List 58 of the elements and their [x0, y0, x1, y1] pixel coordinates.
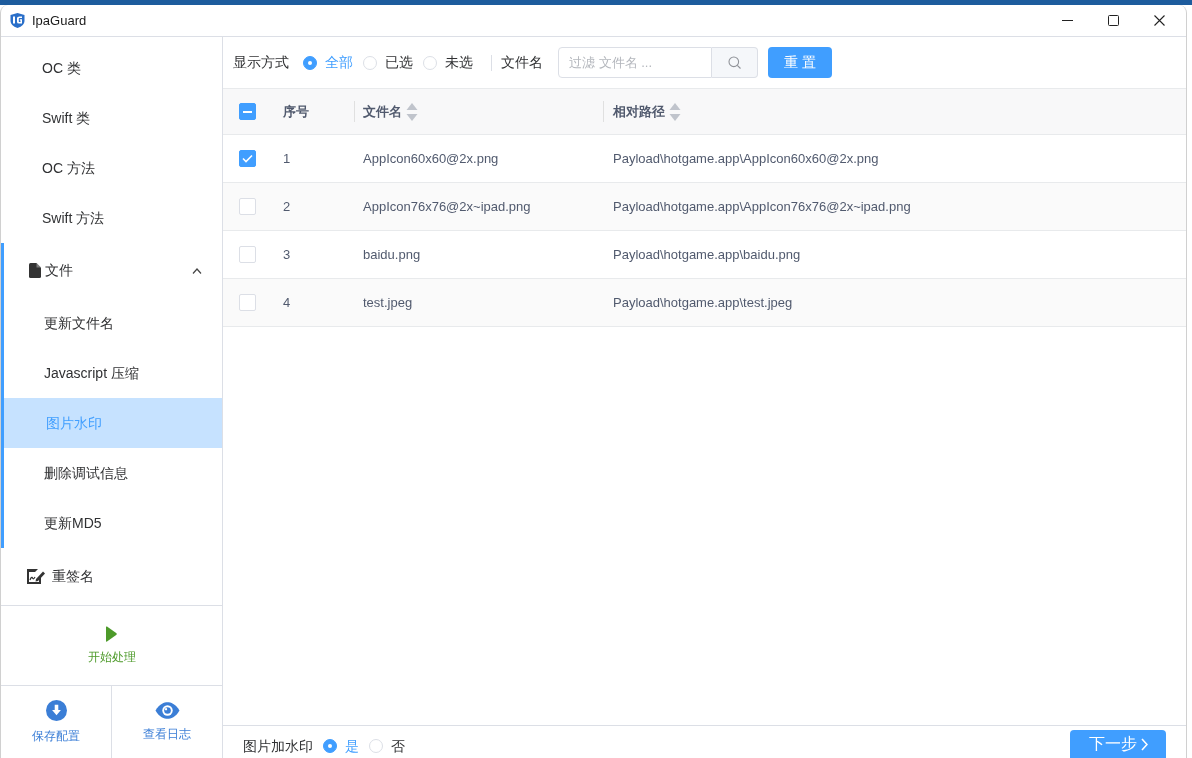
radio-label[interactable]: 未选	[445, 52, 473, 73]
table-cell: Payload\hotgame.app\AppIcon60x60@2x.png	[613, 150, 879, 166]
menu-item[interactable]: OC 类	[1, 43, 222, 93]
watermark-label: 图片加水印	[243, 736, 313, 756]
close-icon	[1153, 15, 1165, 26]
app-logo-icon	[10, 13, 25, 28]
radio-button[interactable]	[303, 55, 317, 70]
sort-icon[interactable]	[669, 101, 681, 122]
submenu-item[interactable]: 更新文件名	[4, 298, 222, 348]
table-cell: 2	[283, 198, 291, 214]
checkbox[interactable]	[239, 103, 256, 120]
column-header: 序号	[283, 102, 309, 121]
maximize-icon	[1107, 15, 1119, 26]
table-cell: test.jpeg	[363, 294, 413, 310]
table-cell: baidu.png	[363, 246, 421, 262]
menu-item[interactable]: 重签名	[1, 548, 222, 604]
table-cell: 4	[283, 294, 291, 310]
checkmark-icon	[242, 154, 253, 163]
table-cell: Payload\hotgame.app\test.jpeg	[613, 294, 793, 310]
table-cell: Payload\hotgame.app\baidu.png	[613, 246, 801, 262]
start-button[interactable]: 开始处理	[1, 605, 222, 685]
menu-item[interactable]: Swift 方法	[1, 193, 222, 243]
download-icon	[45, 699, 67, 721]
checkbox[interactable]	[239, 150, 256, 167]
signature-icon	[27, 568, 45, 584]
table-cell: 3	[283, 246, 291, 262]
table-row[interactable]: 4 test.jpeg Payload\hotgame.app\test.jpeg	[223, 279, 1186, 327]
minimize-icon	[1061, 20, 1073, 21]
display-mode-label: 显示方式	[233, 53, 289, 72]
chevron-right-icon	[1140, 737, 1148, 751]
file-icon	[29, 263, 41, 278]
search-button[interactable]	[712, 47, 758, 78]
filter-input[interactable]: 过滤 文件名 ...	[558, 47, 712, 78]
radio-label[interactable]: 否	[391, 735, 405, 757]
search-icon	[728, 56, 741, 69]
menu-group[interactable]: 文件	[4, 243, 222, 298]
sidebar-action-button[interactable]: 查看日志	[111, 686, 222, 758]
table-cell: AppIcon60x60@2x.png	[363, 150, 499, 166]
table-row[interactable]: 2 AppIcon76x76@2x~ipad.png Payload\hotgame.app\AppIcon76x76@2x~ipad.png	[223, 183, 1186, 231]
sort-icon[interactable]	[406, 101, 418, 122]
chevron-icon[interactable]	[192, 267, 202, 274]
play-icon	[106, 625, 117, 642]
submenu-item[interactable]: 更新MD5	[4, 498, 222, 548]
table-cell: Payload\hotgame.app\AppIcon76x76@2x~ipad.png	[613, 198, 911, 214]
radio-button[interactable]	[323, 739, 337, 753]
radio-label[interactable]: 已选	[385, 52, 413, 73]
submenu-item[interactable]: Javascript 压缩	[4, 348, 222, 398]
column-header: 文件名	[363, 102, 402, 121]
submenu-item[interactable]: 删除调试信息	[4, 448, 222, 498]
eye-icon	[154, 701, 180, 719]
menu-item[interactable]: Swift 类	[1, 93, 222, 143]
window-title: IpaGuard	[32, 11, 87, 30]
table-cell: AppIcon76x76@2x~ipad.png	[363, 198, 531, 214]
filter-label: 文件名	[501, 53, 543, 72]
sidebar-action-button[interactable]: 保存配置	[1, 686, 111, 758]
table-cell: 1	[283, 150, 291, 166]
column-header: 相对路径	[613, 102, 665, 121]
menu-item[interactable]: OC 方法	[1, 143, 222, 193]
